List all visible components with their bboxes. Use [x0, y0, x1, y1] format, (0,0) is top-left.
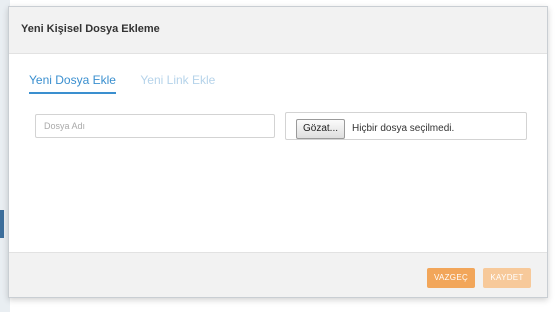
add-personal-file-dialog: Yeni Kişisel Dosya Ekleme Yeni Dosya Ekl…	[8, 6, 548, 298]
backdrop-accent	[0, 210, 4, 238]
file-name-input[interactable]	[35, 114, 275, 138]
save-button[interactable]: KAYDET	[483, 268, 531, 288]
tab-add-file[interactable]: Yeni Dosya Ekle	[29, 73, 116, 94]
tab-add-link[interactable]: Yeni Link Ekle	[140, 73, 215, 92]
dialog-footer: VAZGEÇ KAYDET	[9, 252, 547, 297]
cancel-button[interactable]: VAZGEÇ	[427, 268, 475, 288]
dialog-header: Yeni Kişisel Dosya Ekleme	[9, 7, 547, 54]
file-status-text: Hiçbir dosya seçilmedi.	[352, 123, 455, 134]
dialog-title: Yeni Kişisel Dosya Ekleme	[21, 23, 160, 35]
file-picker: Gözat... Hiçbir dosya seçilmedi.	[285, 112, 527, 140]
dialog-tabs: Yeni Dosya Ekle Yeni Link Ekle	[29, 71, 235, 99]
browse-button[interactable]: Gözat...	[296, 119, 346, 139]
